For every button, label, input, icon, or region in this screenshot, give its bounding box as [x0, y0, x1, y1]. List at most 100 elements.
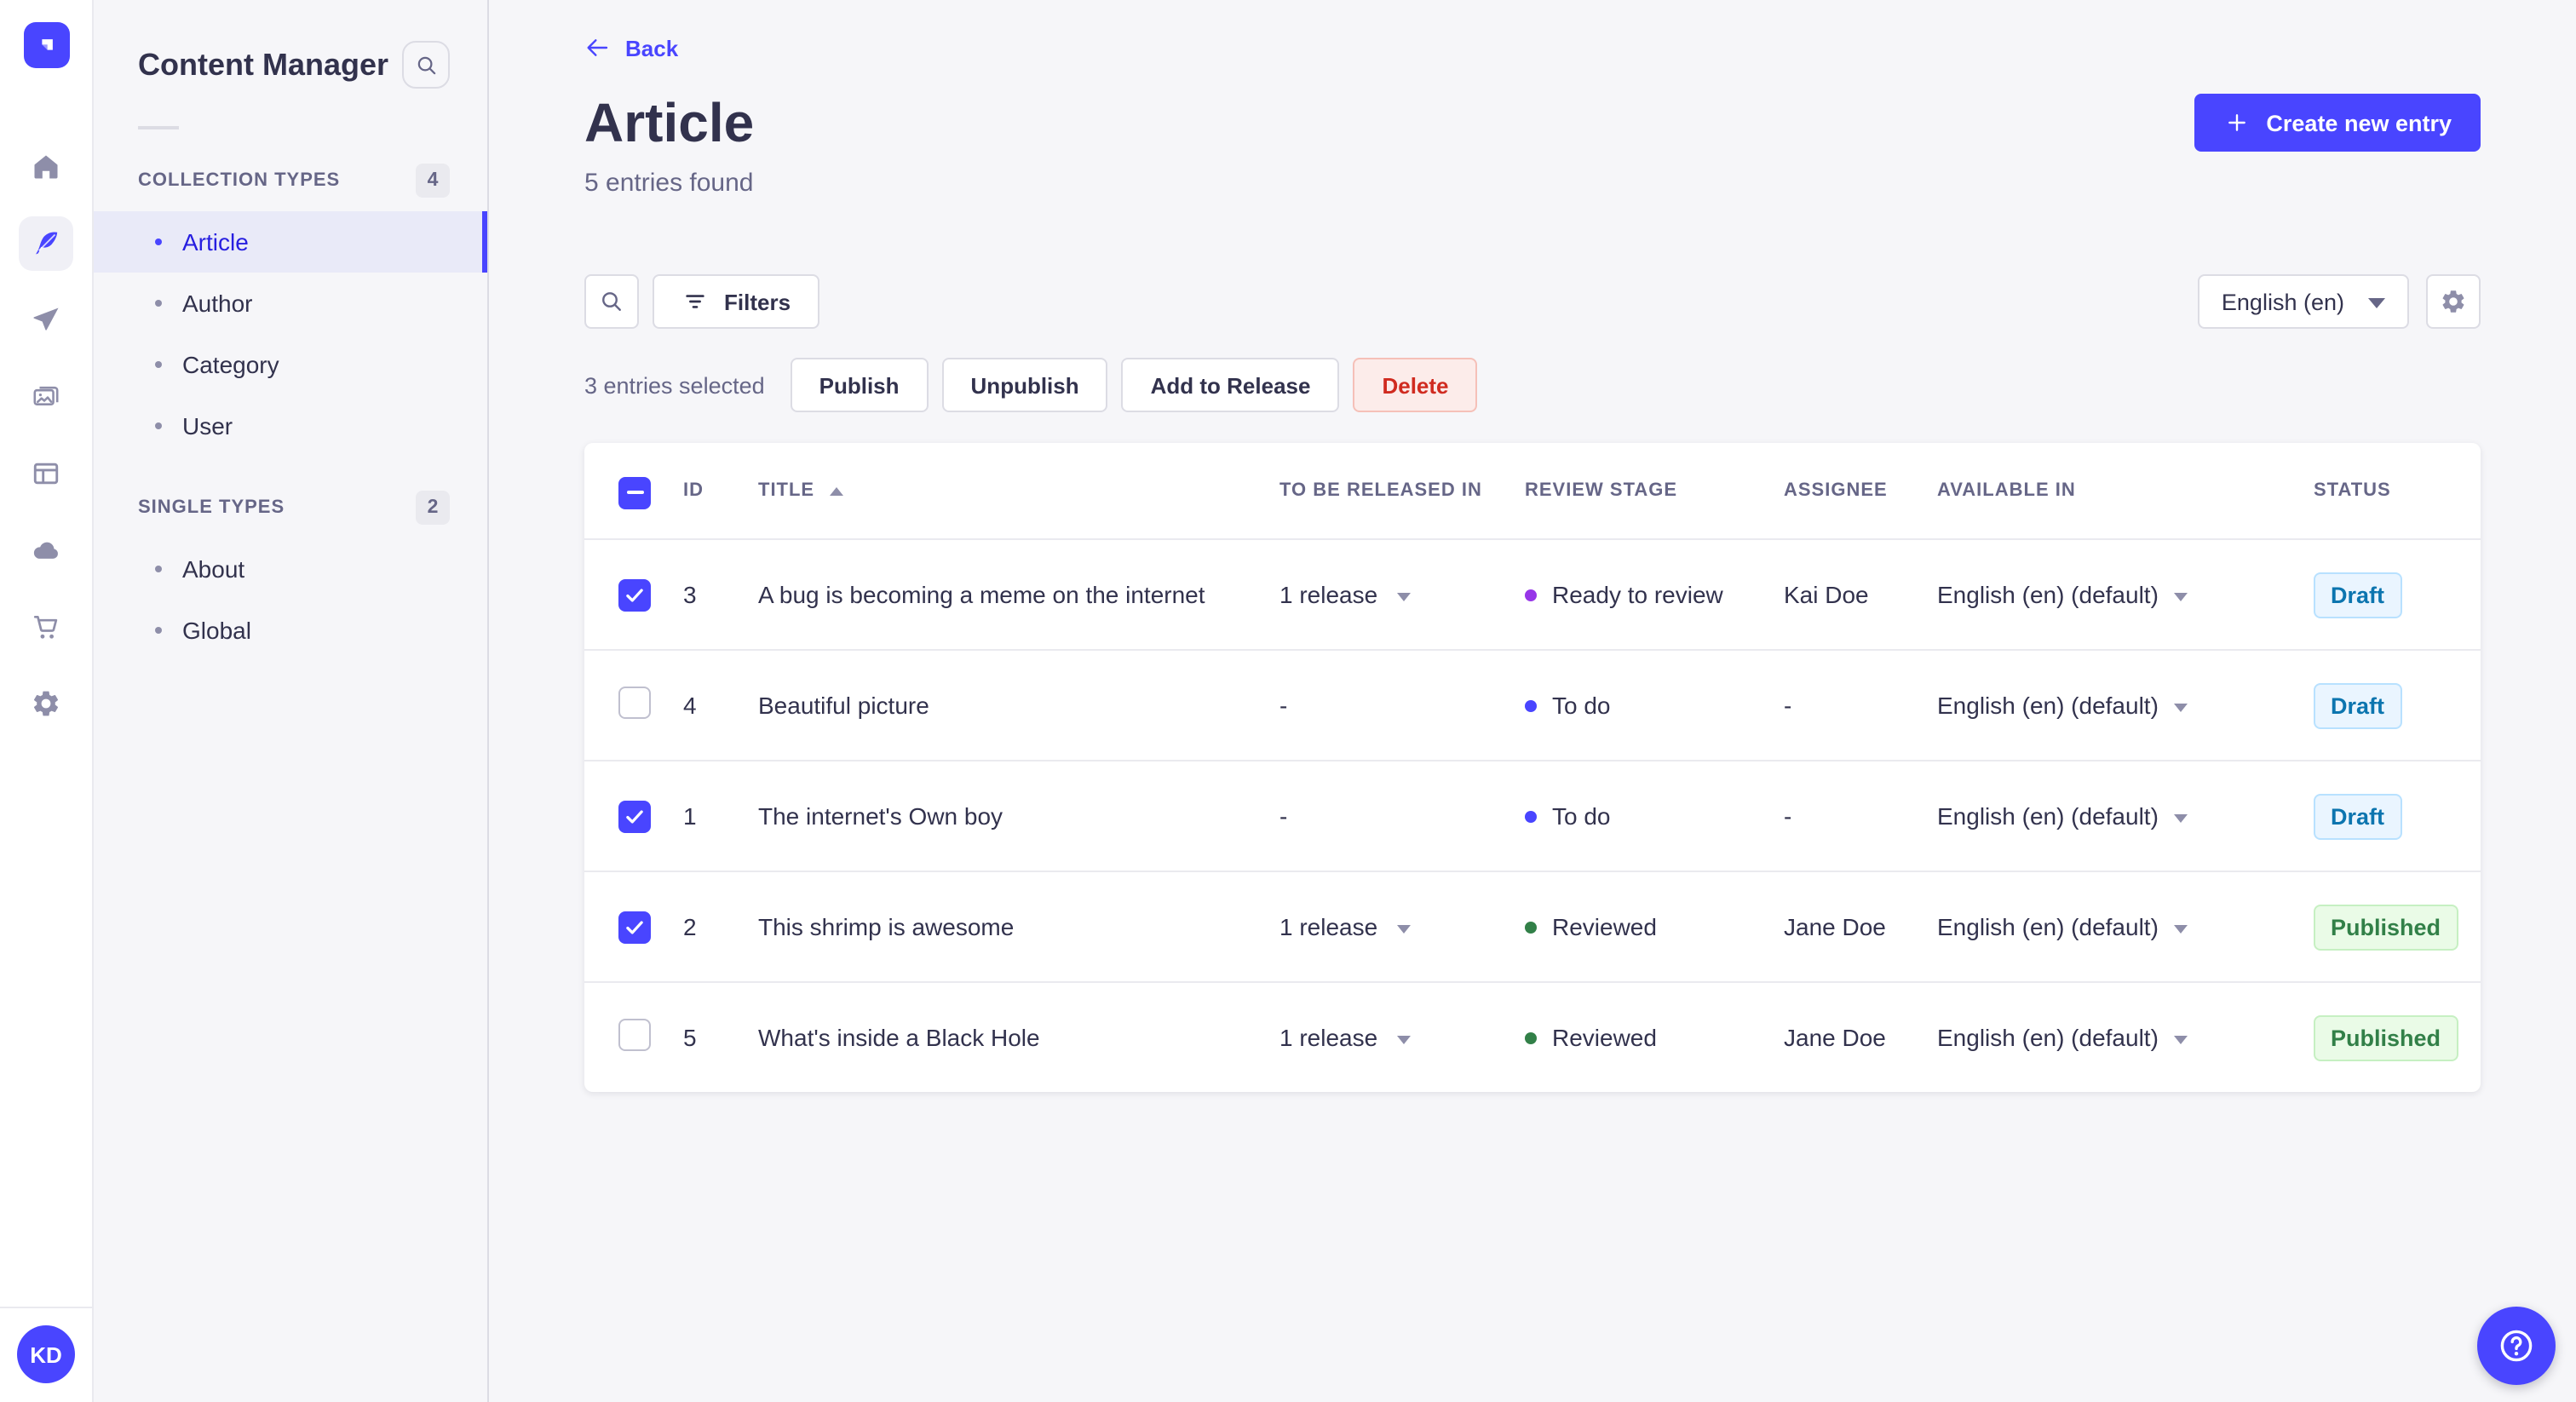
help-button[interactable] — [2477, 1307, 2556, 1385]
user-avatar[interactable]: KD — [17, 1325, 75, 1383]
column-header-id[interactable]: ID — [683, 480, 758, 501]
locale-value: English (en) — [2221, 289, 2344, 314]
row-checkbox[interactable] — [618, 578, 651, 611]
create-new-entry-button[interactable]: Create new entry — [2194, 94, 2481, 152]
sidebar-item-category[interactable]: Category — [94, 334, 487, 395]
collection-types-section: COLLECTION TYPES 4 Article Author Catego… — [94, 147, 487, 457]
column-header-status[interactable]: STATUS — [2314, 480, 2481, 501]
table-row[interactable]: 2 This shrimp is awesome 1 release Revie… — [584, 871, 2481, 981]
main-content: Back Article Create new entry 5 entries … — [489, 0, 2576, 1402]
row-release-dropdown[interactable]: 1 release — [1279, 913, 1525, 940]
sidebar-item-user[interactable]: User — [94, 395, 487, 457]
row-title: Beautiful picture — [758, 692, 929, 719]
table-row[interactable]: 3 A bug is becoming a meme on the intern… — [584, 538, 2481, 649]
stage-dot-icon — [1525, 921, 1537, 933]
status-badge: Draft — [2314, 572, 2402, 618]
filter-icon — [686, 295, 704, 308]
row-review-stage: To do — [1525, 802, 1784, 830]
sidebar-item-about[interactable]: About — [94, 538, 487, 600]
publish-button[interactable]: Publish — [790, 358, 929, 412]
list-toolbar: Filters English (en) — [584, 274, 2481, 329]
row-checkbox[interactable] — [618, 911, 651, 943]
sort-ascending-icon — [830, 486, 844, 495]
row-locale-dropdown[interactable]: English (en) (default) — [1937, 802, 2314, 830]
sidebar-item-article[interactable]: Article — [94, 211, 487, 273]
column-header-stage[interactable]: REVIEW STAGE — [1525, 480, 1784, 501]
chevron-down-icon — [2173, 703, 2188, 711]
select-all-checkbox[interactable] — [618, 476, 651, 509]
sidebar-item-global[interactable]: Global — [94, 600, 487, 661]
row-assignee: - — [1784, 802, 1792, 830]
sidebar-item-label: Article — [182, 228, 249, 256]
row-locale-dropdown[interactable]: English (en) (default) — [1937, 581, 2314, 608]
chevron-down-icon — [1396, 924, 1411, 933]
back-link[interactable]: Back — [584, 34, 678, 61]
row-review-stage: Ready to review — [1525, 581, 1784, 608]
table-row[interactable]: 1 The internet's Own boy - To do - Engli… — [584, 760, 2481, 871]
chevron-down-icon — [2173, 1035, 2188, 1043]
content-type-builder-icon[interactable] — [19, 446, 73, 501]
row-release-dropdown[interactable]: 1 release — [1279, 581, 1525, 608]
row-locale-dropdown[interactable]: English (en) (default) — [1937, 692, 2314, 719]
sidebar-title: Content Manager — [138, 47, 389, 81]
row-title: A bug is becoming a meme on the internet — [758, 581, 1205, 608]
column-header-available[interactable]: AVAILABLE IN — [1937, 480, 2314, 501]
row-assignee: Jane Doe — [1784, 913, 1886, 940]
row-id: 2 — [683, 913, 697, 940]
chevron-down-icon — [2173, 924, 2188, 933]
delete-button[interactable]: Delete — [1353, 358, 1478, 412]
column-header-release[interactable]: TO BE RELEASED IN — [1279, 480, 1525, 501]
strapi-logo[interactable] — [23, 22, 69, 68]
divider — [138, 126, 179, 129]
sidebar-item-label: Author — [182, 290, 253, 317]
row-locale-dropdown[interactable]: English (en) (default) — [1937, 913, 2314, 940]
media-library-icon[interactable] — [19, 370, 73, 424]
check-icon — [626, 588, 643, 601]
row-title: This shrimp is awesome — [758, 913, 1015, 940]
row-locale-dropdown[interactable]: English (en) (default) — [1937, 1024, 2314, 1051]
settings-icon[interactable] — [19, 676, 73, 731]
status-badge: Draft — [2314, 682, 2402, 728]
check-icon — [626, 809, 643, 823]
marketplace-icon[interactable] — [19, 600, 73, 654]
row-checkbox[interactable] — [618, 687, 651, 719]
chevron-down-icon — [2173, 592, 2188, 600]
table-row[interactable]: 4 Beautiful picture - To do - English (e… — [584, 649, 2481, 760]
row-checkbox[interactable] — [618, 800, 651, 832]
row-assignee: Jane Doe — [1784, 1024, 1886, 1051]
row-review-stage: Reviewed — [1525, 1024, 1784, 1051]
page-title: Article — [584, 92, 755, 153]
row-id: 4 — [683, 692, 697, 719]
search-entries-button[interactable] — [584, 274, 639, 329]
stage-dot-icon — [1525, 589, 1537, 600]
content-manager-icon[interactable] — [19, 216, 73, 271]
stage-dot-icon — [1525, 1031, 1537, 1043]
row-assignee: - — [1784, 692, 1792, 719]
row-release: - — [1279, 692, 1288, 719]
releases-icon[interactable] — [19, 293, 73, 348]
home-icon[interactable] — [19, 140, 73, 194]
row-id: 3 — [683, 581, 697, 608]
chevron-down-icon — [1396, 592, 1411, 600]
add-to-release-button[interactable]: Add to Release — [1121, 358, 1340, 412]
collection-types-count-badge: 4 — [416, 164, 450, 198]
entries-count-text: 5 entries found — [584, 169, 754, 198]
row-release-dropdown[interactable]: 1 release — [1279, 1024, 1525, 1051]
column-header-assignee[interactable]: ASSIGNEE — [1784, 480, 1937, 501]
question-mark-icon — [2500, 1330, 2533, 1362]
table-row[interactable]: 5 What's inside a Black Hole 1 release R… — [584, 981, 2481, 1092]
row-checkbox[interactable] — [618, 1019, 651, 1051]
sidebar-item-author[interactable]: Author — [94, 273, 487, 334]
search-icon-button[interactable] — [402, 41, 450, 89]
unpublish-button[interactable]: Unpublish — [941, 358, 1108, 412]
row-assignee: Kai Doe — [1784, 581, 1869, 608]
bullet-icon — [155, 300, 162, 307]
view-settings-button[interactable] — [2426, 274, 2481, 329]
locale-select[interactable]: English (en) — [2197, 274, 2409, 329]
column-header-title[interactable]: TITLE — [758, 480, 1279, 501]
back-arrow-icon — [587, 39, 608, 56]
filters-button[interactable]: Filters — [653, 274, 820, 329]
deploy-icon[interactable] — [19, 523, 73, 577]
strapi-logo-icon — [41, 39, 52, 50]
row-id: 5 — [683, 1024, 697, 1051]
